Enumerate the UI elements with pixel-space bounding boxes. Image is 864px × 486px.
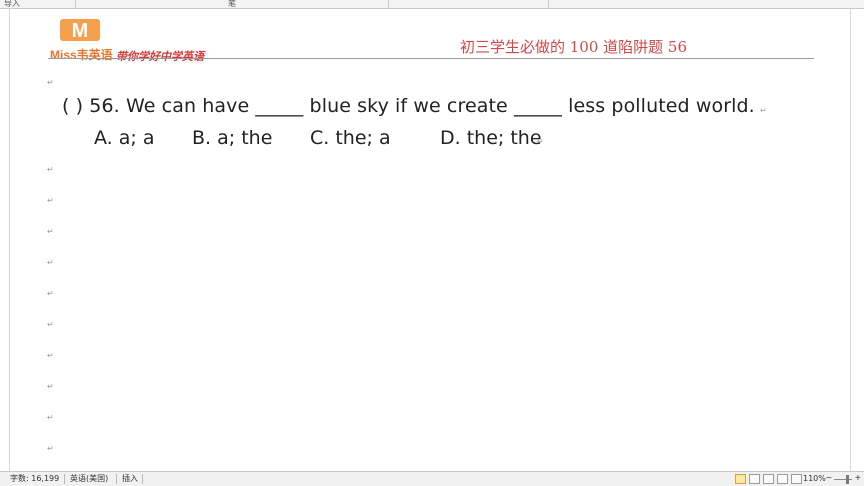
- logo-letter: M: [72, 20, 89, 41]
- header-divider-line: [48, 58, 814, 59]
- ribbon-label-pen[interactable]: 笔: [228, 0, 236, 9]
- page-right-edge: [850, 9, 851, 471]
- question-text[interactable]: ( ) 56. We can have _____ blue sky if we…: [62, 95, 755, 117]
- paragraph-mark: ↵: [47, 165, 54, 174]
- logo-m-icon: M: [60, 19, 100, 41]
- brand-name: Miss韦英语: [50, 48, 113, 62]
- zoom-slider-thumb[interactable]: [846, 475, 849, 484]
- option-d[interactable]: D. the; the: [440, 127, 542, 149]
- ribbon-divider: [75, 0, 76, 9]
- full-screen-reading-view-button[interactable]: [749, 474, 760, 484]
- answer-options: A. a; a B. a; the C. the; a D. the; the …: [0, 127, 864, 151]
- web-layout-view-button[interactable]: [763, 474, 774, 484]
- paragraph-mark: ↵: [47, 413, 54, 422]
- paragraph-mark: ↵: [47, 227, 54, 236]
- paragraph-mark: ↵: [537, 137, 544, 146]
- paragraph-mark: ↵: [47, 196, 54, 205]
- paragraph-mark: ↵: [47, 289, 54, 298]
- top-ribbon-strip: 导入 笔: [0, 0, 864, 9]
- ribbon-divider: [388, 0, 389, 9]
- paragraph-mark: ↵: [47, 258, 54, 267]
- header-logo: M Miss韦英语 带你学好中学英语: [50, 19, 230, 63]
- ribbon-label-import[interactable]: 导入: [4, 0, 20, 9]
- paragraph-mark: ↵: [47, 78, 54, 87]
- paragraph-mark: ↵: [47, 444, 54, 453]
- option-b[interactable]: B. a; the: [192, 127, 272, 149]
- word-count[interactable]: 字数: 16,199: [10, 474, 59, 484]
- paragraph-mark: ↵: [760, 106, 767, 115]
- zoom-in-button[interactable]: +: [855, 473, 861, 485]
- status-separator: [142, 474, 143, 484]
- document-page[interactable]: M Miss韦英语 带你学好中学英语 初三学生必做的 100 道陷阱题 56 ↵…: [0, 9, 864, 471]
- page-left-edge: [9, 9, 10, 471]
- status-separator: [64, 474, 65, 484]
- zoom-out-button[interactable]: −: [826, 473, 832, 485]
- brand-slogan: 带你学好中学英语: [116, 50, 204, 63]
- status-bar: 字数: 16,199 英语(美国) 插入 110% − +: [0, 471, 864, 486]
- page-header-title: 初三学生必做的 100 道陷阱题 56: [460, 38, 688, 56]
- language-indicator[interactable]: 英语(美国): [70, 474, 108, 484]
- option-c[interactable]: C. the; a: [310, 127, 391, 149]
- option-a[interactable]: A. a; a: [94, 127, 154, 149]
- zoom-level[interactable]: 110%: [803, 474, 826, 484]
- paragraph-mark: ↵: [47, 351, 54, 360]
- print-layout-view-button[interactable]: [735, 474, 746, 484]
- zoom-slider-track[interactable]: [834, 479, 852, 480]
- insert-mode-indicator[interactable]: 插入: [122, 474, 138, 484]
- ribbon-divider: [548, 0, 549, 9]
- outline-view-button[interactable]: [777, 474, 788, 484]
- paragraph-mark: ↵: [47, 382, 54, 391]
- status-separator: [116, 474, 117, 484]
- paragraph-mark: ↵: [47, 320, 54, 329]
- draft-view-button[interactable]: [791, 474, 802, 484]
